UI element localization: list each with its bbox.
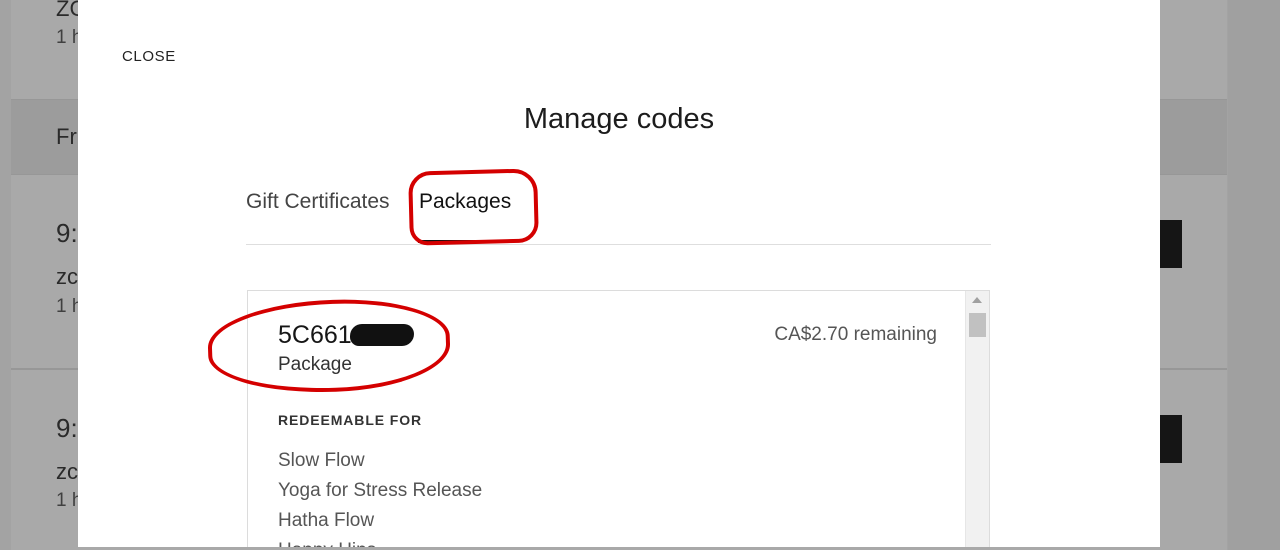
background-right-strip <box>1228 0 1280 550</box>
background-text: zc <box>56 264 78 289</box>
active-tab-indicator <box>418 240 513 243</box>
background-button <box>1160 415 1182 463</box>
redeemable-list: Slow Flow Yoga for Stress Release Hatha … <box>278 449 482 547</box>
manage-codes-modal: CLOSE Manage codes Gift Certificates Pac… <box>78 0 1160 547</box>
redeemable-item: Yoga for Stress Release <box>278 480 483 501</box>
background-text: zc <box>56 459 78 484</box>
modal-title: Manage codes <box>523 103 715 135</box>
package-remaining-balance: CA$2.70 remaining <box>774 324 937 345</box>
redeemable-heading: REDEEMABLE FOR <box>278 412 423 428</box>
redaction-scribble <box>349 324 414 346</box>
scroll-up-arrow-icon[interactable] <box>972 297 982 303</box>
package-code: 5C661 <box>278 321 414 350</box>
redeemable-item: Hatha Flow <box>278 510 375 531</box>
background-button <box>1160 220 1182 268</box>
tab-bar: Gift Certificates Packages <box>246 190 991 245</box>
package-code-text: 5C661 <box>278 321 352 349</box>
redeemable-item: Slow Flow <box>278 450 365 471</box>
background-text: 9: <box>56 218 78 248</box>
tab-packages[interactable]: Packages <box>419 190 511 214</box>
redeemable-item: Happy Hips <box>278 539 482 547</box>
scroll-thumb[interactable] <box>969 313 986 337</box>
package-list[interactable]: 5C661 Package CA$2.70 remaining REDEEMAB… <box>247 290 990 547</box>
scrollbar[interactable] <box>965 291 989 547</box>
close-button[interactable]: CLOSE <box>122 48 176 65</box>
package-type: Package <box>278 354 352 375</box>
background-text: 9: <box>56 413 78 443</box>
tab-gift-certificates[interactable]: Gift Certificates <box>246 190 390 214</box>
